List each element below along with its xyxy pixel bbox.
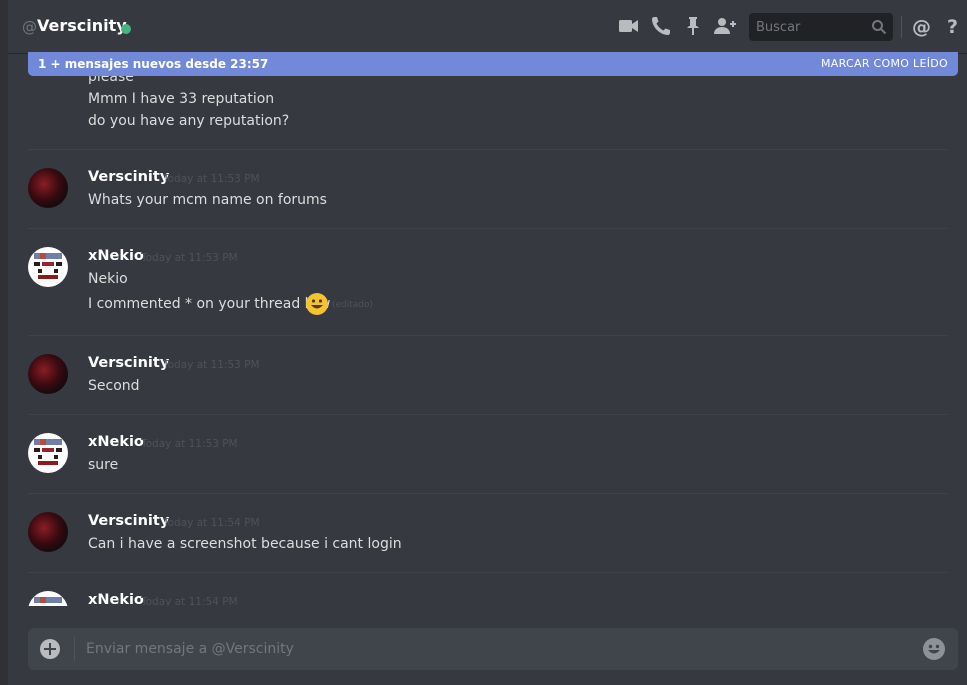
video-call-icon[interactable] bbox=[617, 14, 641, 38]
message-divider bbox=[28, 149, 947, 150]
message-timestamp: Today at 11:53 PM bbox=[141, 252, 238, 264]
avatar[interactable] bbox=[28, 512, 68, 552]
message-timestamp: Today at 11:53 PM bbox=[163, 359, 260, 371]
online-status-indicator bbox=[121, 24, 131, 34]
pin-icon[interactable] bbox=[681, 14, 705, 38]
edited-label: (editado) bbox=[332, 300, 374, 310]
voice-call-icon[interactable] bbox=[649, 14, 673, 38]
message-divider bbox=[28, 414, 947, 415]
message-author[interactable]: xNekio bbox=[88, 248, 144, 264]
message-author[interactable]: xNekio bbox=[88, 592, 144, 606]
smiley-emoji-icon[interactable] bbox=[306, 293, 328, 315]
search-icon[interactable] bbox=[871, 19, 887, 39]
message-divider bbox=[28, 493, 947, 494]
avatar[interactable] bbox=[28, 354, 68, 394]
dm-at-symbol: @ bbox=[22, 18, 37, 36]
svg-text:@: @ bbox=[912, 16, 931, 38]
message-text: Mmm I have 33 reputation bbox=[88, 91, 275, 107]
header-divider bbox=[901, 16, 902, 38]
message-text: Can i have a screenshot because i cant l… bbox=[88, 536, 402, 552]
composer-divider bbox=[74, 637, 75, 661]
message-text: Second bbox=[88, 378, 140, 394]
message-text: sure bbox=[88, 457, 119, 473]
new-messages-text: 1 + mensajes nuevos desde 23:57 bbox=[38, 57, 269, 71]
message-list[interactable]: xNekio please Mmm I have 33 reputation d… bbox=[8, 54, 967, 606]
message-author[interactable]: Verscinity bbox=[88, 513, 169, 529]
avatar[interactable] bbox=[28, 433, 68, 473]
message-divider bbox=[28, 572, 947, 573]
new-messages-banner[interactable]: 1 + mensajes nuevos desde 23:57 MARCAR C… bbox=[28, 52, 958, 76]
message-author[interactable]: Verscinity bbox=[88, 355, 169, 371]
search-input[interactable] bbox=[749, 13, 865, 41]
server-sidebar-edge bbox=[0, 0, 8, 685]
emoji-picker-icon[interactable] bbox=[923, 638, 945, 660]
add-attachment-icon[interactable] bbox=[40, 639, 60, 659]
message-timestamp: Today at 11:54 PM bbox=[163, 517, 260, 529]
mark-as-read-button[interactable]: MARCAR COMO LEÍDO bbox=[821, 57, 948, 70]
message-timestamp: Today at 11:53 PM bbox=[141, 438, 238, 450]
search-box[interactable] bbox=[749, 13, 893, 41]
channel-name[interactable]: Verscinity bbox=[37, 16, 127, 35]
message-timestamp: Today at 11:53 PM bbox=[163, 173, 260, 185]
message-text: do you have any reputation? bbox=[88, 113, 290, 129]
avatar[interactable] bbox=[28, 591, 68, 606]
message-divider bbox=[28, 228, 947, 229]
message-input[interactable] bbox=[86, 628, 906, 670]
avatar[interactable] bbox=[28, 168, 68, 208]
avatar[interactable] bbox=[28, 247, 68, 287]
add-friend-icon[interactable] bbox=[712, 14, 736, 38]
mentions-icon[interactable]: @ bbox=[910, 14, 934, 38]
svg-text:?: ? bbox=[947, 16, 958, 38]
message-text: Whats your mcm name on forums bbox=[88, 192, 327, 208]
message-text: I commented * on your thread btw bbox=[88, 296, 331, 312]
message-author[interactable]: Verscinity bbox=[88, 169, 169, 185]
help-icon[interactable]: ? bbox=[942, 14, 966, 38]
message-composer bbox=[28, 628, 958, 670]
message-author[interactable]: xNekio bbox=[88, 434, 144, 450]
message-text: Nekio bbox=[88, 271, 128, 287]
channel-header: @ Verscinity @ ? bbox=[8, 0, 967, 54]
message-divider bbox=[28, 335, 947, 336]
message-timestamp: Today at 11:54 PM bbox=[141, 596, 238, 606]
